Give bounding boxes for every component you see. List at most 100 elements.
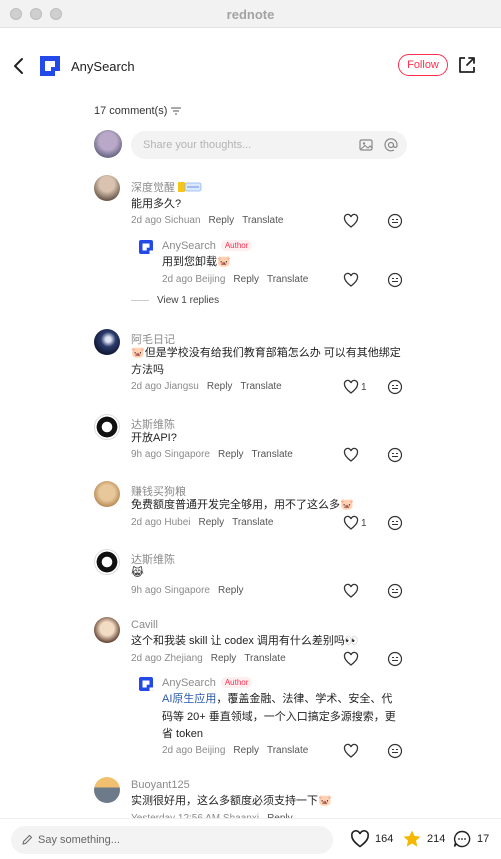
avatar[interactable] <box>94 175 120 201</box>
comment-text: 🐷但是学校没有给我们教育部箱怎么办 可以有其他绑定 <box>131 347 401 359</box>
comment-meta: 2d ago Sichuan Reply Translate <box>131 215 284 226</box>
avatar[interactable] <box>94 617 120 643</box>
comment-count-label: 17 comment(s) <box>94 105 168 117</box>
follow-button[interactable]: Follow <box>398 54 448 76</box>
avatar[interactable] <box>94 329 120 355</box>
reply-meta: 2d ago Beijing Reply Translate <box>162 274 309 285</box>
window-title: rednote <box>226 7 275 22</box>
hashtag-link[interactable]: AI原生应用 <box>162 693 216 705</box>
comment-meta: 2d ago Hubei Reply Translate <box>131 517 274 528</box>
pencil-icon <box>22 834 33 845</box>
translate-button[interactable]: Translate <box>242 215 283 226</box>
heart-icon[interactable] <box>343 447 359 463</box>
say-something-input[interactable]: Say something... <box>11 826 333 854</box>
avatar[interactable] <box>94 777 120 803</box>
emoji-reaction-icon[interactable] <box>387 272 403 288</box>
window-titlebar: rednote <box>0 0 501 28</box>
reply-username[interactable]: AnySearch Author <box>162 240 253 252</box>
emoji-reaction-icon[interactable] <box>387 213 403 229</box>
sort-icon <box>171 107 182 115</box>
heart-icon <box>351 830 369 848</box>
reply-button[interactable]: Reply <box>233 745 259 756</box>
reply-meta: 2d ago Beijing Reply Translate <box>162 745 309 756</box>
translate-button[interactable]: Translate <box>252 449 293 460</box>
page-header: AnySearch Follow <box>0 28 501 104</box>
author-badge: Author <box>220 677 253 688</box>
comment-text-continued: 方法吗 <box>131 364 164 376</box>
divider <box>131 300 149 301</box>
reply-text: AI原生应用，覆盖金融、法律、学术、安全、代 <box>162 693 393 705</box>
comment-input[interactable]: Share your thoughts... <box>131 131 407 159</box>
star-icon <box>403 830 421 847</box>
emoji-reaction-icon[interactable] <box>387 379 403 395</box>
comment-text: 实测很好用，这么多额度必须支持一下🐷 <box>131 795 332 807</box>
anysearch-avatar-icon[interactable] <box>139 240 153 254</box>
reply-text: 用到您卸载🐷 <box>162 256 231 268</box>
comment-meta: 9h ago Singapore Reply Translate <box>131 449 293 460</box>
back-arrow-icon[interactable] <box>10 56 28 76</box>
reply-text-continued: 码等 20+ 垂直领域，一个入口搞定多源搜索，更 <box>162 711 396 723</box>
reply-button[interactable]: Reply <box>211 653 237 664</box>
share-icon[interactable] <box>457 55 477 75</box>
heart-icon[interactable] <box>343 213 359 229</box>
comment-text: 这个和我装 skill 让 codex 调用有什么差别吗👀 <box>131 635 359 647</box>
translate-button[interactable]: Translate <box>267 274 308 285</box>
mention-icon[interactable] <box>383 137 399 153</box>
author-badge: Author <box>220 240 253 251</box>
heart-icon[interactable] <box>343 515 359 531</box>
comment-input-placeholder: Share your thoughts... <box>143 139 252 151</box>
emoji-reaction-icon[interactable] <box>387 583 403 599</box>
avatar[interactable] <box>94 549 120 575</box>
star-count: 214 <box>427 833 446 845</box>
comment-text: 😹 <box>131 567 144 579</box>
author-name[interactable]: AnySearch <box>71 59 135 74</box>
like-count: 164 <box>375 833 394 845</box>
view-replies-link[interactable]: View 1 replies <box>131 295 219 306</box>
emoji-reaction-icon[interactable] <box>387 515 403 531</box>
comment-username[interactable]: 深度觉醒 <box>131 179 202 195</box>
heart-icon[interactable] <box>343 651 359 667</box>
comment-count-badge: 17 <box>477 833 490 845</box>
heart-icon[interactable] <box>343 583 359 599</box>
comment-text: 免费额度普通开发完全够用，用不了这么多🐷 <box>131 499 354 511</box>
heart-icon[interactable] <box>343 379 359 395</box>
comment-meta: 2d ago Zhejiang Reply Translate <box>131 653 286 664</box>
translate-button[interactable]: Translate <box>267 745 308 756</box>
avatar[interactable] <box>94 481 120 507</box>
comment-icon <box>453 830 471 848</box>
reply-text-continued: 省 token <box>162 728 203 740</box>
reply-button[interactable]: Reply <box>218 449 244 460</box>
collect-button[interactable]: 214 <box>402 829 445 849</box>
translate-button[interactable]: Translate <box>232 517 273 528</box>
like-count: 1 <box>361 382 367 393</box>
emoji-reaction-icon[interactable] <box>387 447 403 463</box>
image-icon[interactable] <box>358 137 374 153</box>
comment-username[interactable]: Cavill <box>131 619 158 631</box>
trophy-badge-icon <box>178 181 202 193</box>
comment-text: 开放API? <box>131 432 177 444</box>
heart-icon[interactable] <box>343 743 359 759</box>
emoji-reaction-icon[interactable] <box>387 743 403 759</box>
reply-username[interactable]: AnySearch Author <box>162 677 253 689</box>
avatar[interactable] <box>94 414 120 440</box>
comment-count[interactable]: 17 comment(s) <box>94 105 182 117</box>
heart-icon[interactable] <box>343 272 359 288</box>
say-something-placeholder: Say something... <box>38 834 120 846</box>
reply-button[interactable]: Reply <box>199 517 225 528</box>
reply-button[interactable]: Reply <box>209 215 235 226</box>
like-count: 1 <box>361 518 367 529</box>
reply-button[interactable]: Reply <box>218 585 244 596</box>
reply-button[interactable]: Reply <box>233 274 259 285</box>
anysearch-avatar-icon[interactable] <box>139 677 153 691</box>
comment-text: 能用多久? <box>131 198 182 210</box>
like-button[interactable]: 164 <box>350 829 393 849</box>
comment-button[interactable]: 17 <box>452 829 489 849</box>
bottom-bar: Say something... 164 214 17 <box>0 818 501 859</box>
emoji-reaction-icon[interactable] <box>387 651 403 667</box>
comment-username[interactable]: Buoyant125 <box>131 779 190 791</box>
reply-button[interactable]: Reply <box>207 381 233 392</box>
translate-button[interactable]: Translate <box>244 653 285 664</box>
translate-button[interactable]: Translate <box>240 381 281 392</box>
anysearch-logo-icon[interactable] <box>40 56 60 76</box>
comment-meta: 2d ago Jiangsu Reply Translate <box>131 381 282 392</box>
